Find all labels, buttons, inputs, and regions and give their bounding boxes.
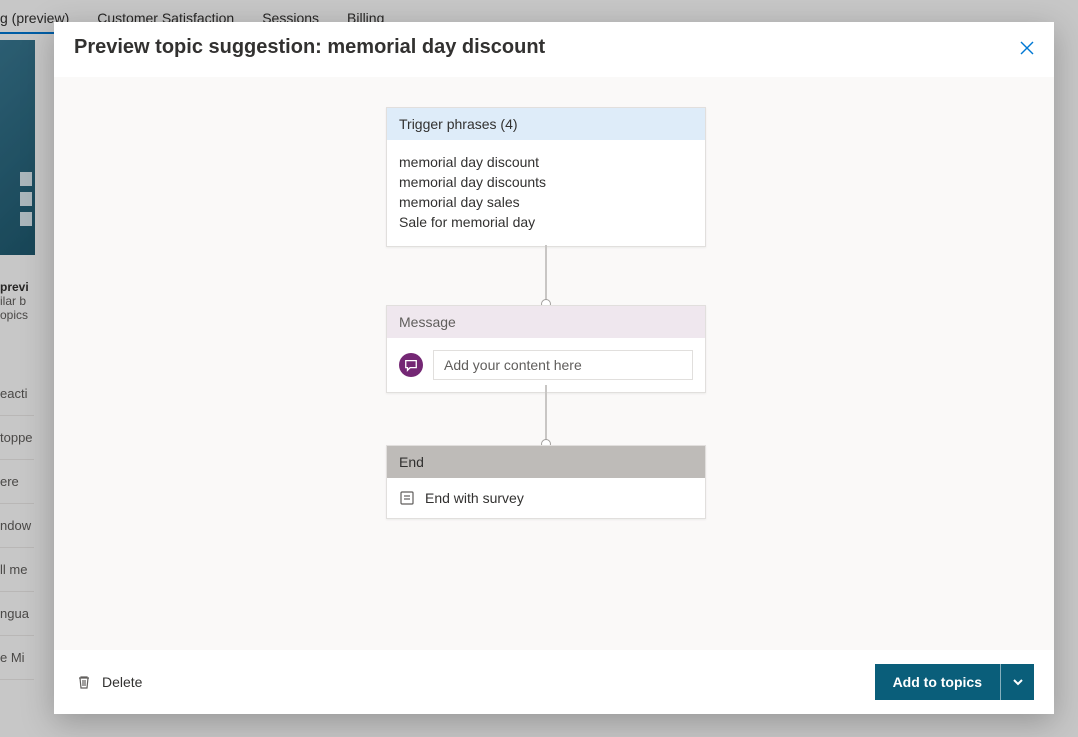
chevron-down-icon	[1012, 676, 1024, 688]
message-node[interactable]: Message Add your content here	[386, 305, 706, 393]
add-to-topics-label: Add to topics	[875, 664, 1000, 700]
trigger-phrase: memorial day discount	[399, 152, 693, 172]
list-item[interactable]: e Mi	[0, 636, 34, 680]
list-item[interactable]: ere	[0, 460, 34, 504]
trigger-header: Trigger phrases (4)	[387, 108, 705, 140]
trash-icon	[76, 674, 92, 690]
modal-header: Preview topic suggestion: memorial day d…	[54, 22, 1054, 77]
preview-topic-modal: Preview topic suggestion: memorial day d…	[54, 22, 1054, 714]
bg-preview-text: previ ilar b opics	[0, 280, 29, 322]
list-item[interactable]: toppe	[0, 416, 34, 460]
list-item[interactable]: ndow	[0, 504, 34, 548]
delete-label: Delete	[102, 674, 142, 690]
message-header: Message	[387, 306, 705, 338]
add-to-topics-split[interactable]	[1000, 664, 1034, 700]
list-item[interactable]: eacti	[0, 372, 34, 416]
list-item[interactable]: ll me	[0, 548, 34, 592]
end-node[interactable]: End End with survey	[386, 445, 706, 519]
trigger-phrase: Sale for memorial day	[399, 212, 693, 232]
trigger-phrases-node[interactable]: Trigger phrases (4) memorial day discoun…	[386, 107, 706, 247]
trigger-phrase: memorial day discounts	[399, 172, 693, 192]
connector-line	[545, 245, 547, 305]
trigger-phrase: memorial day sales	[399, 192, 693, 212]
message-content-input[interactable]: Add your content here	[433, 350, 693, 380]
delete-button[interactable]: Delete	[74, 670, 144, 694]
modal-footer: Delete Add to topics	[54, 650, 1054, 714]
add-to-topics-button[interactable]: Add to topics	[875, 664, 1034, 700]
message-body: Add your content here	[387, 338, 705, 392]
end-body: End with survey	[387, 478, 705, 518]
end-header: End	[387, 446, 705, 478]
trigger-phrase-list: memorial day discount memorial day disco…	[387, 140, 705, 246]
end-label: End with survey	[425, 490, 524, 506]
topic-canvas: Trigger phrases (4) memorial day discoun…	[54, 77, 1054, 650]
modal-title: Preview topic suggestion: memorial day d…	[74, 36, 545, 59]
survey-icon	[399, 490, 415, 506]
message-icon	[399, 353, 423, 377]
connector-line	[545, 385, 547, 445]
close-icon[interactable]	[1020, 41, 1034, 55]
list-item[interactable]: ngua	[0, 592, 34, 636]
bg-list: eacti toppe ere ndow ll me ngua e Mi	[0, 372, 34, 680]
bg-decorative-boxes	[20, 172, 32, 226]
